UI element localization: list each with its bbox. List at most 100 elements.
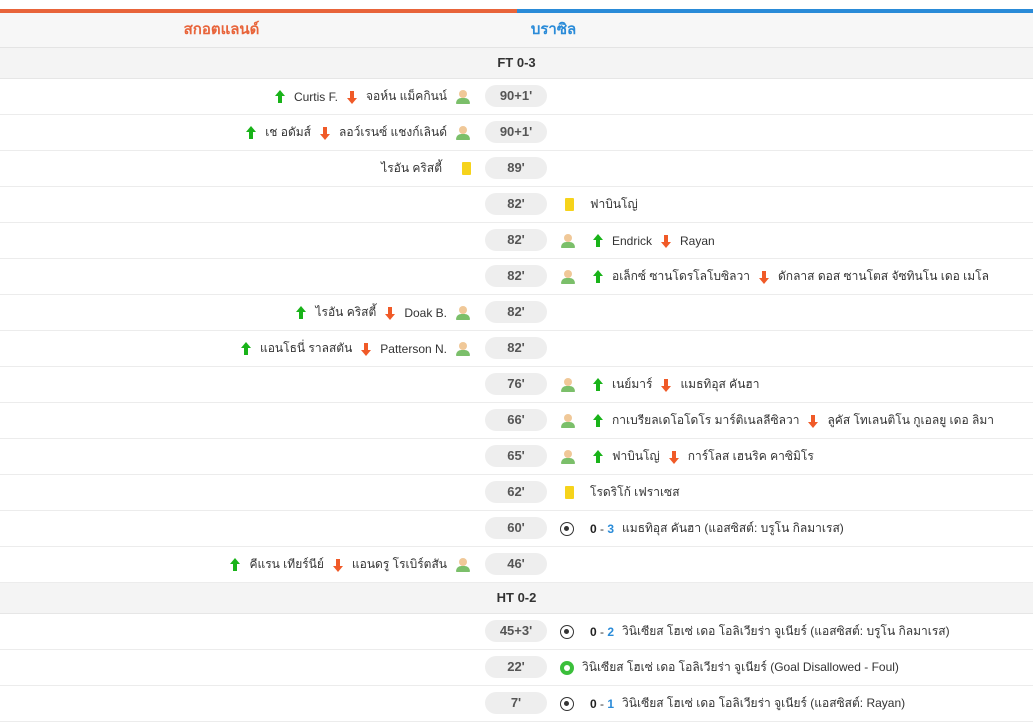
away-event: วินิเซียส โฮเซ่ เดอ โอลิเวียร่า จูเนียร์…: [560, 650, 899, 685]
event-row: 62' โรดริโก้ เฟราเซส: [0, 475, 1033, 511]
event-row: คีแรน เทียร์นีย์ แอนดรู โรเบิร์ตสัน 46': [0, 547, 1033, 583]
sub-out-icon: [332, 558, 344, 572]
score-row-ht: HT 0-2: [0, 583, 1033, 614]
event-row: 65' ฟาบินโญ่ การ์โลส เฮนริค คาซิมิโร: [0, 439, 1033, 475]
player-out[interactable]: ลอว์เรนซ์ แชงก์เลินด์: [339, 123, 447, 142]
minute-badge: 46': [485, 553, 547, 575]
substitution-icon: [560, 413, 576, 429]
goal-score: 0 - 2: [590, 624, 615, 639]
minute-badge: 82': [485, 193, 547, 215]
event-timeline: FT 0-3 Curtis F. จอห์น แม็คกินน์ 90+1' เ…: [0, 48, 1033, 722]
player-out[interactable]: Doak B.: [404, 306, 447, 320]
sub-out-icon: [384, 306, 396, 320]
player-in[interactable]: เนย์มาร์: [612, 375, 652, 394]
goal-description[interactable]: วินิเซียส โฮเซ่ เดอ โอลิเวียร่า จูเนียร์…: [622, 694, 905, 713]
event-row: แอนโธนี่ ราลสตัน Patterson N. 82': [0, 331, 1033, 367]
away-event: 0 - 2 วินิเซียส โฮเซ่ เดอ โอลิเวียร่า จู…: [560, 614, 950, 649]
player-in[interactable]: คีแรน เทียร์นีย์: [249, 555, 323, 574]
yellow-card-icon: [565, 198, 574, 211]
player-out[interactable]: การ์โลส เฮนริค คาซิมิโร: [688, 447, 814, 466]
home-event: คีแรน เทียร์นีย์ แอนดรู โรเบิร์ตสัน: [229, 547, 471, 582]
goal-description[interactable]: แมธทิอุส คันฮา (แอสซิสต์: บรูโน กิลมาเรส…: [622, 519, 844, 538]
sub-in-icon: [245, 125, 257, 140]
event-row: 60' 0 - 3 แมธทิอุส คันฮา (แอสซิสต์: บรูโ…: [0, 511, 1033, 547]
away-event: ฟาบินโญ่ การ์โลส เฮนริค คาซิมิโร: [560, 439, 814, 474]
away-event: Endrick Rayan: [560, 223, 715, 258]
sub-out-icon: [758, 270, 770, 284]
away-event: ฟาบินโญ่: [565, 187, 638, 222]
sub-out-icon: [660, 378, 672, 392]
minute-badge: 82': [485, 229, 547, 251]
substitution-icon: [455, 89, 471, 105]
sub-in-icon: [295, 305, 307, 320]
sub-out-icon: [660, 234, 672, 248]
minute-badge: 45+3': [485, 620, 547, 642]
player-in[interactable]: แอนโธนี่ ราลสตัน: [260, 339, 352, 358]
sub-in-icon: [592, 377, 604, 392]
player-in[interactable]: ฟาบินโญ่: [612, 447, 660, 466]
player-out[interactable]: ลูคัส โทเลนติโน กูเอลยู เดอ ลิมา: [827, 411, 994, 430]
score-row-ft: FT 0-3: [0, 48, 1033, 79]
halftime-score: HT 0-2: [496, 590, 537, 605]
minute-badge: 89': [485, 157, 547, 179]
sub-out-icon: [360, 342, 372, 356]
yellow-card-icon: [462, 162, 471, 175]
minute-badge: 7': [485, 692, 547, 714]
player-in[interactable]: เช อดัมส์: [265, 123, 311, 142]
minute-badge: 82': [485, 265, 547, 287]
goal-description[interactable]: วินิเซียส โฮเซ่ เดอ โอลิเวียร่า จูเนียร์…: [622, 622, 950, 641]
away-team-name[interactable]: บราซิล: [295, 13, 812, 47]
var-description[interactable]: วินิเซียส โฮเซ่ เดอ โอลิเวียร่า จูเนียร์…: [582, 658, 899, 677]
sub-out-icon: [807, 414, 819, 428]
player-in[interactable]: อเล็กซ์ ซานโดรโลโบซิลวา: [612, 267, 750, 286]
minute-badge: 60': [485, 517, 547, 539]
event-row: 7' 0 - 1 วินิเซียส โฮเซ่ เดอ โอลิเวียร่า…: [0, 686, 1033, 722]
home-event: Curtis F. จอห์น แม็คกินน์: [274, 79, 471, 114]
minute-badge: 82': [485, 301, 547, 323]
player-name[interactable]: ฟาบินโญ่: [590, 195, 638, 214]
minute-badge: 66': [485, 409, 547, 431]
player-out[interactable]: Rayan: [680, 234, 715, 248]
player-name[interactable]: โรดริโก้ เฟราเซส: [590, 483, 680, 502]
player-in[interactable]: ไรอัน คริสตี้: [315, 303, 376, 322]
sub-out-icon: [319, 126, 331, 140]
away-event: เนย์มาร์ แมธทิอุส คันฮา: [560, 367, 759, 402]
event-row: 82' อเล็กซ์ ซานโดรโลโบซิลวา ดักลาส ดอส ซ…: [0, 259, 1033, 295]
player-out[interactable]: Patterson N.: [380, 342, 447, 356]
substitution-icon: [455, 125, 471, 141]
player-out[interactable]: แมธทิอุส คันฮา: [680, 375, 759, 394]
player-out[interactable]: แอนดรู โรเบิร์ตสัน: [352, 555, 447, 574]
event-row: 66' กาเบรียลเดโอโดโร มาร์ติเนลลีซิลวา ลู…: [0, 403, 1033, 439]
yellow-card-icon: [565, 486, 574, 499]
away-event: 0 - 3 แมธทิอุส คันฮา (แอสซิสต์: บรูโน กิ…: [560, 511, 844, 546]
sub-in-icon: [274, 89, 286, 104]
away-event: 0 - 1 วินิเซียส โฮเซ่ เดอ โอลิเวียร่า จู…: [560, 686, 905, 721]
sub-in-icon: [592, 269, 604, 284]
substitution-icon: [560, 269, 576, 285]
substitution-icon: [560, 377, 576, 393]
sub-out-icon: [346, 90, 358, 104]
minute-badge: 90+1': [485, 85, 547, 107]
event-row: เช อดัมส์ ลอว์เรนซ์ แชงก์เลินด์ 90+1': [0, 115, 1033, 151]
event-row: 22' วินิเซียส โฮเซ่ เดอ โอลิเวียร่า จูเน…: [0, 650, 1033, 686]
player-name[interactable]: ไรอัน คริสตี้: [381, 159, 442, 178]
match-header: สกอตแลนด์ บราซิล: [0, 13, 1033, 48]
minute-badge: 90+1': [485, 121, 547, 143]
player-in[interactable]: กาเบรียลเดโอโดโร มาร์ติเนลลีซิลวา: [612, 411, 799, 430]
home-event: เช อดัมส์ ลอว์เรนซ์ แชงก์เลินด์: [245, 115, 471, 150]
away-event: กาเบรียลเดโอโดโร มาร์ติเนลลีซิลวา ลูคัส …: [560, 403, 994, 438]
player-in[interactable]: Curtis F.: [294, 90, 338, 104]
substitution-icon: [455, 557, 471, 573]
goal-score: 0 - 1: [590, 696, 615, 711]
player-in[interactable]: Endrick: [612, 234, 652, 248]
sub-out-icon: [668, 450, 680, 464]
fulltime-score: FT 0-3: [497, 55, 536, 70]
substitution-icon: [560, 449, 576, 465]
home-event: แอนโธนี่ ราลสตัน Patterson N.: [240, 331, 471, 366]
player-out[interactable]: ดักลาส ดอส ซานโตส จัซทินโน เดอ เมโล: [778, 267, 989, 286]
event-row: ไรอัน คริสตี้ Doak B. 82': [0, 295, 1033, 331]
goal-ball-icon: [560, 696, 574, 711]
minute-badge: 76': [485, 373, 547, 395]
player-out[interactable]: จอห์น แม็คกินน์: [366, 87, 447, 106]
event-row: 82' Endrick Rayan: [0, 223, 1033, 259]
